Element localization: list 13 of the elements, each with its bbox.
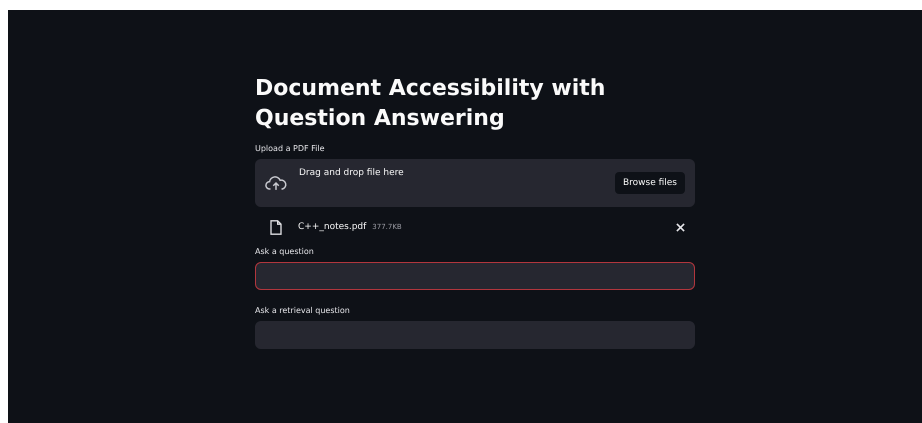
file-name: C++_notes.pdf xyxy=(298,222,366,232)
field-label: Ask a retrieval question xyxy=(255,306,351,315)
input-field[interactable] xyxy=(255,262,695,290)
close-icon[interactable] xyxy=(676,222,685,232)
field-label: Ask a question xyxy=(255,247,315,256)
dropzone[interactable]: Drag and drop file here Browse files xyxy=(255,159,695,207)
file-icon xyxy=(270,220,282,234)
dropzone-text: Drag and drop file here xyxy=(299,168,405,178)
browse-files-button[interactable]: Browse files xyxy=(614,172,685,194)
page-title: Document Accessibility with Question Answering xyxy=(255,75,606,133)
cloud-upload-icon xyxy=(265,174,287,192)
input-field[interactable] xyxy=(255,321,695,349)
upload-label: Upload a PDF File xyxy=(255,144,326,153)
